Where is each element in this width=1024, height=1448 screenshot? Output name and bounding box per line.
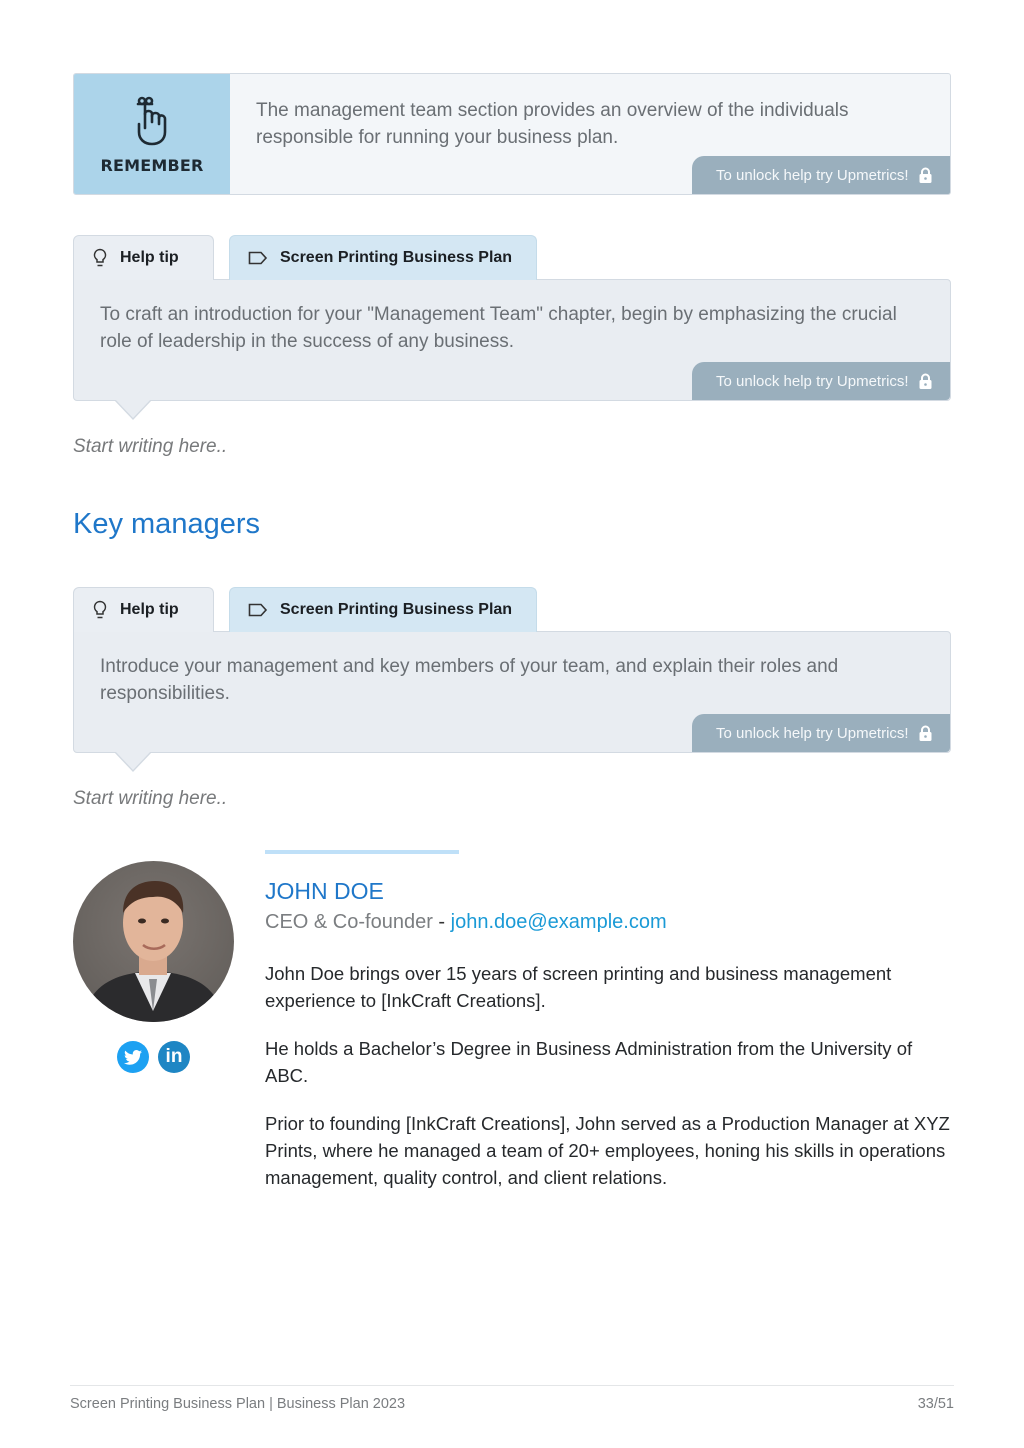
linkedin-icon: in bbox=[165, 1046, 183, 1067]
tag-icon bbox=[248, 603, 268, 617]
role-separator: - bbox=[432, 911, 451, 933]
start-writing-placeholder[interactable]: Start writing here.. bbox=[73, 788, 227, 810]
page-number: 33/51 bbox=[917, 1396, 954, 1412]
remember-callout: REMEMBER The management team section pro… bbox=[73, 73, 951, 195]
lock-icon bbox=[919, 373, 932, 389]
twitter-icon bbox=[124, 1049, 142, 1065]
lock-icon bbox=[919, 725, 932, 741]
bio-paragraph: Prior to founding [InkCraft Creations], … bbox=[265, 1113, 950, 1188]
unlock-label: To unlock help try Upmetrics! bbox=[716, 724, 909, 742]
tag-icon bbox=[248, 251, 268, 265]
person-role: CEO & Co-founder bbox=[265, 911, 433, 933]
person-role-line: CEO & Co-founder - john.doe@example.com bbox=[265, 911, 667, 934]
help-tip-block: Help tip Screen Printing Business Plan I… bbox=[73, 587, 951, 772]
footer-divider bbox=[70, 1385, 954, 1386]
lightbulb-icon bbox=[93, 248, 107, 267]
help-tip-block: Help tip Screen Printing Business Plan T… bbox=[73, 235, 951, 420]
accent-divider bbox=[265, 850, 459, 854]
tab-help-tip-label: Help tip bbox=[120, 601, 179, 618]
person-photo bbox=[83, 881, 224, 1022]
bio-paragraph: He holds a Bachelor’s Degree in Business… bbox=[265, 1038, 913, 1086]
remember-label: REMEMBER bbox=[100, 155, 204, 175]
unlock-label: To unlock help try Upmetrics! bbox=[716, 166, 909, 184]
tab-help-tip[interactable]: Help tip bbox=[73, 235, 214, 280]
unlock-label: To unlock help try Upmetrics! bbox=[716, 372, 909, 390]
lock-icon bbox=[919, 167, 932, 183]
person-bio: John Doe brings over 15 years of screen … bbox=[265, 960, 955, 1212]
section-title: Key managers bbox=[73, 508, 260, 540]
tab-business-plan[interactable]: Screen Printing Business Plan bbox=[229, 587, 537, 632]
callout-pointer bbox=[114, 399, 152, 420]
unlock-upmetrics-button[interactable]: To unlock help try Upmetrics! bbox=[692, 362, 950, 400]
linkedin-link[interactable]: in bbox=[158, 1041, 190, 1073]
tab-help-tip-label: Help tip bbox=[120, 249, 179, 266]
start-writing-placeholder[interactable]: Start writing here.. bbox=[73, 436, 227, 458]
tab-help-tip[interactable]: Help tip bbox=[73, 587, 214, 632]
twitter-link[interactable] bbox=[117, 1041, 149, 1073]
person-name: JOHN DOE bbox=[265, 878, 384, 904]
tab-business-plan-label: Screen Printing Business Plan bbox=[280, 601, 513, 618]
tab-business-plan[interactable]: Screen Printing Business Plan bbox=[229, 235, 537, 280]
remember-badge: REMEMBER bbox=[74, 74, 230, 194]
callout-pointer bbox=[114, 751, 152, 772]
unlock-upmetrics-button[interactable]: To unlock help try Upmetrics! bbox=[692, 156, 950, 194]
unlock-upmetrics-button[interactable]: To unlock help try Upmetrics! bbox=[692, 714, 950, 752]
bio-paragraph: John Doe brings over 15 years of screen … bbox=[265, 963, 892, 1011]
person-email-link[interactable]: john.doe@example.com bbox=[451, 911, 667, 933]
avatar bbox=[73, 861, 234, 1022]
tab-business-plan-label: Screen Printing Business Plan bbox=[280, 249, 513, 266]
help-tip-box: Introduce your management and key member… bbox=[73, 631, 951, 772]
finger-string-icon bbox=[136, 96, 167, 145]
footer-document-title: Screen Printing Business Plan | Business… bbox=[70, 1396, 406, 1412]
help-tip-box: To craft an introduction for your "Manag… bbox=[73, 279, 951, 420]
lightbulb-icon bbox=[93, 600, 107, 619]
